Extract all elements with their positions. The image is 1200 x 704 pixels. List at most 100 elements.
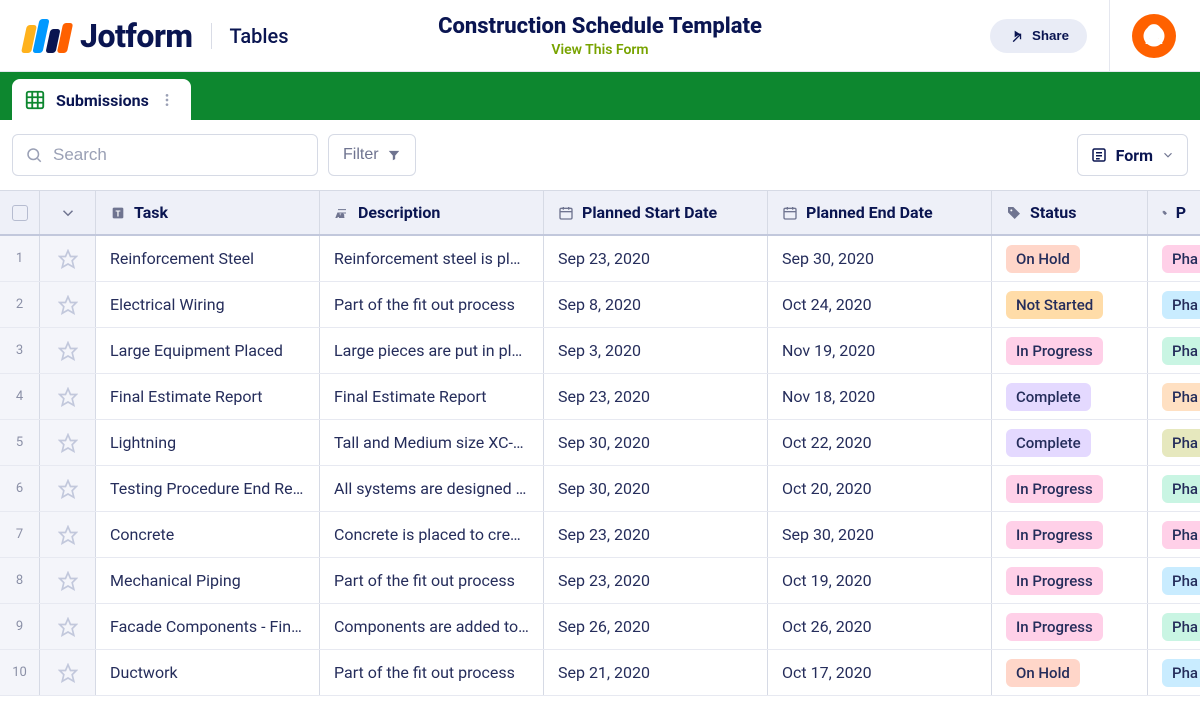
more-icon[interactable] (159, 92, 175, 108)
header-planned-start[interactable]: Planned Start Date (544, 191, 768, 234)
star-toggle[interactable] (40, 466, 96, 511)
cell-task[interactable]: Ductwork (96, 650, 320, 695)
cell-task[interactable]: Large Equipment Placed (96, 328, 320, 373)
filter-button[interactable]: Filter (328, 134, 416, 176)
cell-status[interactable]: On Hold (992, 650, 1148, 695)
cell-description[interactable]: Components are added to... (320, 604, 544, 649)
cell-planned-start[interactable]: Sep 23, 2020 (544, 558, 768, 603)
cell-planned-start[interactable]: Sep 21, 2020 (544, 650, 768, 695)
form-dropdown[interactable]: Form (1077, 134, 1188, 176)
topbar: Jotform Tables Construction Schedule Tem… (0, 0, 1200, 72)
header-phase[interactable]: P (1148, 191, 1200, 234)
cell-planned-end[interactable]: Sep 30, 2020 (768, 236, 992, 281)
cell-description[interactable]: Part of the fit out process (320, 282, 544, 327)
search-input[interactable] (53, 145, 305, 165)
star-toggle[interactable] (40, 374, 96, 419)
table-row[interactable]: 5LightningTall and Medium size XC-1...Se… (0, 420, 1200, 466)
cell-task[interactable]: Final Estimate Report (96, 374, 320, 419)
cell-task[interactable]: Reinforcement Steel (96, 236, 320, 281)
cell-planned-start[interactable]: Sep 3, 2020 (544, 328, 768, 373)
cell-planned-start[interactable]: Sep 26, 2020 (544, 604, 768, 649)
cell-status[interactable]: In Progress (992, 512, 1148, 557)
cell-phase[interactable]: Pha (1148, 374, 1200, 419)
table-row[interactable]: 8Mechanical PipingPart of the fit out pr… (0, 558, 1200, 604)
share-button[interactable]: Share (990, 19, 1087, 53)
cell-planned-start[interactable]: Sep 23, 2020 (544, 374, 768, 419)
cell-description[interactable]: Tall and Medium size XC-1... (320, 420, 544, 465)
cell-planned-start[interactable]: Sep 23, 2020 (544, 512, 768, 557)
cell-status[interactable]: Complete (992, 420, 1148, 465)
cell-status[interactable]: In Progress (992, 466, 1148, 511)
table-row[interactable]: 1Reinforcement SteelReinforcement steel … (0, 236, 1200, 282)
cell-planned-end[interactable]: Oct 20, 2020 (768, 466, 992, 511)
cell-planned-end[interactable]: Sep 30, 2020 (768, 512, 992, 557)
cell-status[interactable]: In Progress (992, 558, 1148, 603)
cell-phase[interactable]: Pha (1148, 236, 1200, 281)
star-toggle[interactable] (40, 604, 96, 649)
table-row[interactable]: 7ConcreteConcrete is placed to crea...Se… (0, 512, 1200, 558)
cell-planned-end[interactable]: Oct 26, 2020 (768, 604, 992, 649)
table-row[interactable]: 9Facade Components - Fini...Components a… (0, 604, 1200, 650)
brand[interactable]: Jotform (24, 17, 193, 55)
cell-planned-end[interactable]: Oct 19, 2020 (768, 558, 992, 603)
header-task[interactable]: T Task (96, 191, 320, 234)
cell-status[interactable]: On Hold (992, 236, 1148, 281)
cell-planned-end[interactable]: Oct 17, 2020 (768, 650, 992, 695)
cell-status[interactable]: Complete (992, 374, 1148, 419)
star-toggle[interactable] (40, 558, 96, 603)
cell-phase[interactable]: Pha (1148, 420, 1200, 465)
star-toggle[interactable] (40, 420, 96, 465)
cell-task[interactable]: Concrete (96, 512, 320, 557)
header-expand[interactable] (40, 191, 96, 234)
cell-phase[interactable]: Pha (1148, 512, 1200, 557)
cell-planned-start[interactable]: Sep 23, 2020 (544, 236, 768, 281)
header-checkbox[interactable] (0, 191, 40, 234)
star-toggle[interactable] (40, 328, 96, 373)
table-row[interactable]: 3Large Equipment PlacedLarge pieces are … (0, 328, 1200, 374)
cell-description[interactable]: Part of the fit out process (320, 650, 544, 695)
star-toggle[interactable] (40, 512, 96, 557)
star-toggle[interactable] (40, 236, 96, 281)
cell-phase[interactable]: Pha (1148, 282, 1200, 327)
cell-planned-end[interactable]: Oct 24, 2020 (768, 282, 992, 327)
cell-planned-end[interactable]: Nov 19, 2020 (768, 328, 992, 373)
cell-phase[interactable]: Pha (1148, 604, 1200, 649)
cell-task[interactable]: Facade Components - Fini... (96, 604, 320, 649)
cell-phase[interactable]: Pha (1148, 558, 1200, 603)
cell-planned-start[interactable]: Sep 8, 2020 (544, 282, 768, 327)
cell-task[interactable]: Lightning (96, 420, 320, 465)
cell-phase[interactable]: Pha (1148, 328, 1200, 373)
table-row[interactable]: 4Final Estimate ReportFinal Estimate Rep… (0, 374, 1200, 420)
cell-status[interactable]: Not Started (992, 282, 1148, 327)
cell-phase[interactable]: Pha (1148, 466, 1200, 511)
star-toggle[interactable] (40, 650, 96, 695)
cell-task[interactable]: Mechanical Piping (96, 558, 320, 603)
cell-description[interactable]: All systems are designed a... (320, 466, 544, 511)
avatar[interactable] (1132, 14, 1176, 58)
cell-planned-start[interactable]: Sep 30, 2020 (544, 466, 768, 511)
cell-description[interactable]: Large pieces are put in pla... (320, 328, 544, 373)
cell-description[interactable]: Reinforcement steel is pla... (320, 236, 544, 281)
table-row[interactable]: 2Electrical WiringPart of the fit out pr… (0, 282, 1200, 328)
cell-description[interactable]: Concrete is placed to crea... (320, 512, 544, 557)
cell-phase[interactable]: Pha (1148, 650, 1200, 695)
cell-description[interactable]: Final Estimate Report (320, 374, 544, 419)
tab-submissions[interactable]: Submissions (12, 79, 191, 121)
cell-description[interactable]: Part of the fit out process (320, 558, 544, 603)
table-row[interactable]: 6Testing Procedure End Re...All systems … (0, 466, 1200, 512)
table-row[interactable]: 10DuctworkPart of the fit out processSep… (0, 650, 1200, 696)
cell-status[interactable]: In Progress (992, 604, 1148, 649)
header-status[interactable]: Status (992, 191, 1148, 234)
view-form-link[interactable]: View This Form (551, 42, 648, 58)
product-section[interactable]: Tables (230, 24, 289, 48)
cell-planned-start[interactable]: Sep 30, 2020 (544, 420, 768, 465)
cell-task[interactable]: Testing Procedure End Re... (96, 466, 320, 511)
star-toggle[interactable] (40, 282, 96, 327)
header-planned-end[interactable]: Planned End Date (768, 191, 992, 234)
cell-planned-end[interactable]: Oct 22, 2020 (768, 420, 992, 465)
cell-task[interactable]: Electrical Wiring (96, 282, 320, 327)
header-description[interactable]: Aa Description (320, 191, 544, 234)
cell-status[interactable]: In Progress (992, 328, 1148, 373)
search-wrap[interactable] (12, 134, 318, 176)
cell-planned-end[interactable]: Nov 18, 2020 (768, 374, 992, 419)
